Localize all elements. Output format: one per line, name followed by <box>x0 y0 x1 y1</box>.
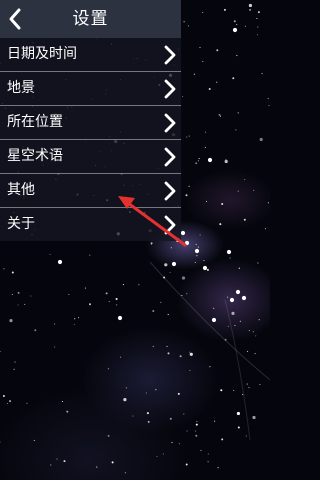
screen: 设置 日期及时间 地景 所在位置 星空术语 其他 关于 <box>0 0 270 480</box>
red-arrow-annotation <box>118 196 187 247</box>
